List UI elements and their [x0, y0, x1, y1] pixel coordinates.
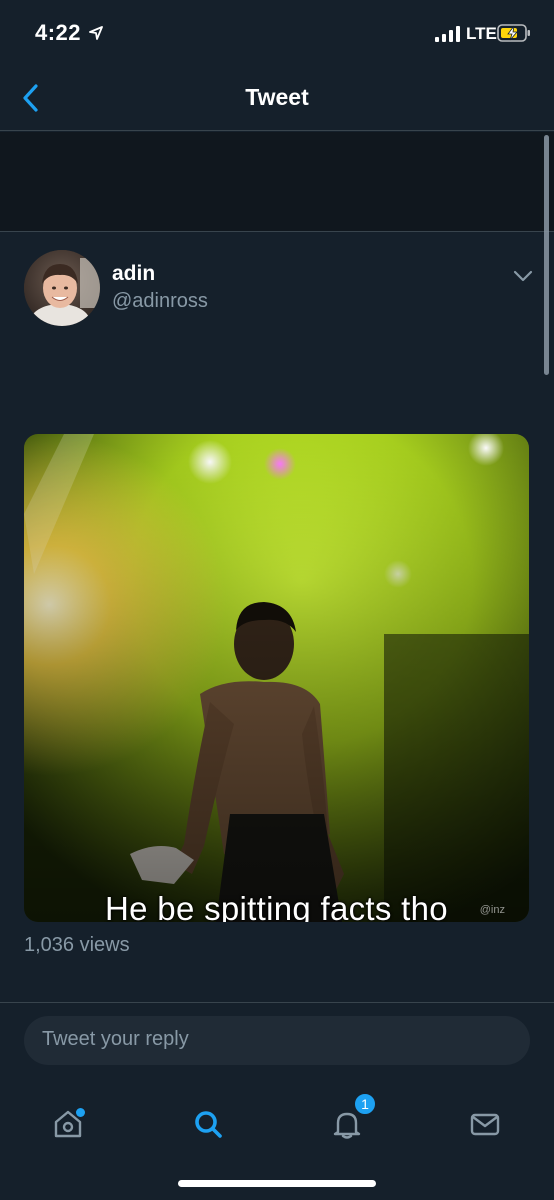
battery-charging-icon: [497, 24, 530, 42]
context-banner: [0, 132, 554, 232]
home-indicator[interactable]: [178, 1180, 376, 1187]
tab-notifications[interactable]: 1: [317, 1092, 377, 1154]
search-icon: [195, 1111, 222, 1138]
nav-bar: Tweet: [0, 66, 554, 131]
avatar-image: [24, 250, 100, 326]
reply-placeholder: Tweet your reply: [42, 1028, 189, 1050]
tab-search[interactable]: [178, 1094, 238, 1154]
page-title: Tweet: [245, 84, 309, 110]
author-name[interactable]: adin: [112, 262, 155, 286]
author-handle[interactable]: @adinross: [112, 290, 208, 313]
tab-messages[interactable]: [455, 1094, 515, 1154]
video-watermark: @inz: [479, 904, 505, 916]
location-arrow-icon: [89, 26, 103, 40]
video-frame: [24, 434, 529, 922]
envelope-icon: [470, 1113, 500, 1136]
view-count[interactable]: 1,036 views: [24, 934, 130, 957]
new-tweets-dot: [76, 1108, 85, 1117]
status-time: 4:22: [35, 20, 82, 45]
avatar[interactable]: [24, 250, 100, 326]
tweet-video[interactable]: He be spitting facts tho @inz: [24, 434, 529, 922]
reply-input[interactable]: Tweet your reply: [24, 1016, 530, 1065]
status-bar: 4:22 LTE: [0, 0, 554, 66]
chevron-down-icon[interactable]: [510, 266, 536, 286]
notification-badge: 1: [353, 1092, 377, 1116]
scrollbar[interactable]: [544, 135, 549, 375]
signal-icon: [435, 26, 460, 42]
tab-home[interactable]: [38, 1094, 98, 1154]
divider: [0, 1002, 554, 1003]
network-type: LTE: [466, 24, 497, 43]
screen: 4:22 LTE Tweet adin @adinross He be spit…: [0, 0, 554, 1200]
video-caption: He be spitting facts tho: [105, 890, 448, 922]
